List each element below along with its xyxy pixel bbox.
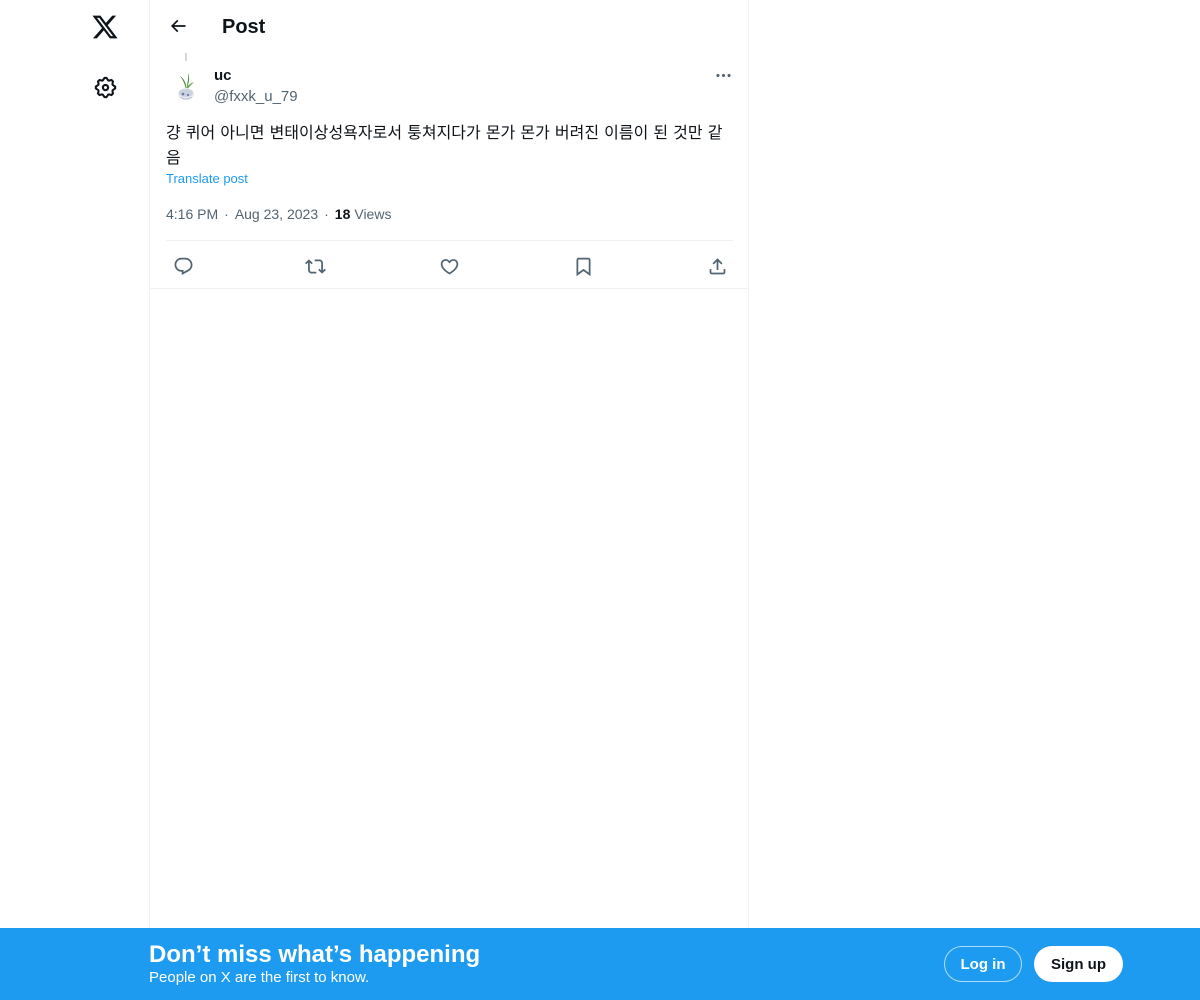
back-button[interactable] (160, 8, 196, 44)
bookmark-button[interactable] (566, 249, 600, 283)
translate-post-link[interactable]: Translate post (166, 170, 248, 188)
share-button[interactable] (700, 249, 734, 283)
repost-icon (304, 258, 326, 274)
reply-icon (174, 257, 192, 275)
reply-button[interactable] (166, 249, 200, 283)
post-time[interactable]: 4:16 PM (166, 204, 218, 224)
left-navigation (0, 0, 150, 1000)
like-icon (440, 258, 458, 275)
banner-title: Don’t miss what’s happening (149, 941, 481, 968)
post-metadata: 4:16 PM · Aug 23, 2023 · 18 Views (166, 204, 391, 224)
thread-connector-line (185, 53, 187, 61)
plant-in-pot-avatar (166, 64, 206, 104)
more-options-button[interactable] (708, 62, 738, 88)
login-button[interactable]: Log in (944, 946, 1022, 982)
like-button[interactable] (432, 249, 466, 283)
share-icon (709, 257, 725, 274)
avatar[interactable] (166, 64, 206, 104)
meta-separator: · (324, 206, 329, 222)
primary-column: Post uc @fxxk_u_79 걍 퀴어 아니면 변태이상성욕자로서 퉁쳐… (149, 0, 749, 1000)
post-date[interactable]: Aug 23, 2023 (235, 204, 318, 224)
divider (150, 288, 749, 289)
meta-separator: · (224, 206, 229, 222)
bookmark-icon (576, 257, 590, 276)
post-action-bar (166, 241, 733, 288)
x-logo-icon[interactable] (81, 3, 129, 51)
author-handle[interactable]: @fxxk_u_79 (214, 87, 298, 107)
gear-icon[interactable] (81, 63, 129, 111)
page-header: Post (150, 0, 749, 53)
arrow-left-icon (170, 19, 186, 33)
banner-subtitle: People on X are the first to know. (149, 969, 370, 986)
views-count: 18 (334, 206, 351, 222)
author-display-name[interactable]: uc (214, 66, 232, 86)
page-title: Post (222, 16, 266, 38)
views-label: Views (354, 206, 392, 222)
repost-button[interactable] (298, 249, 332, 283)
signup-button[interactable]: Sign up (1034, 946, 1123, 982)
more-dots-icon (715, 73, 731, 77)
post-text: 걍 퀴어 아니면 변태이상성욕자로서 퉁쳐지다가 몬가 몬가 버려진 이름이 된… (166, 123, 723, 167)
